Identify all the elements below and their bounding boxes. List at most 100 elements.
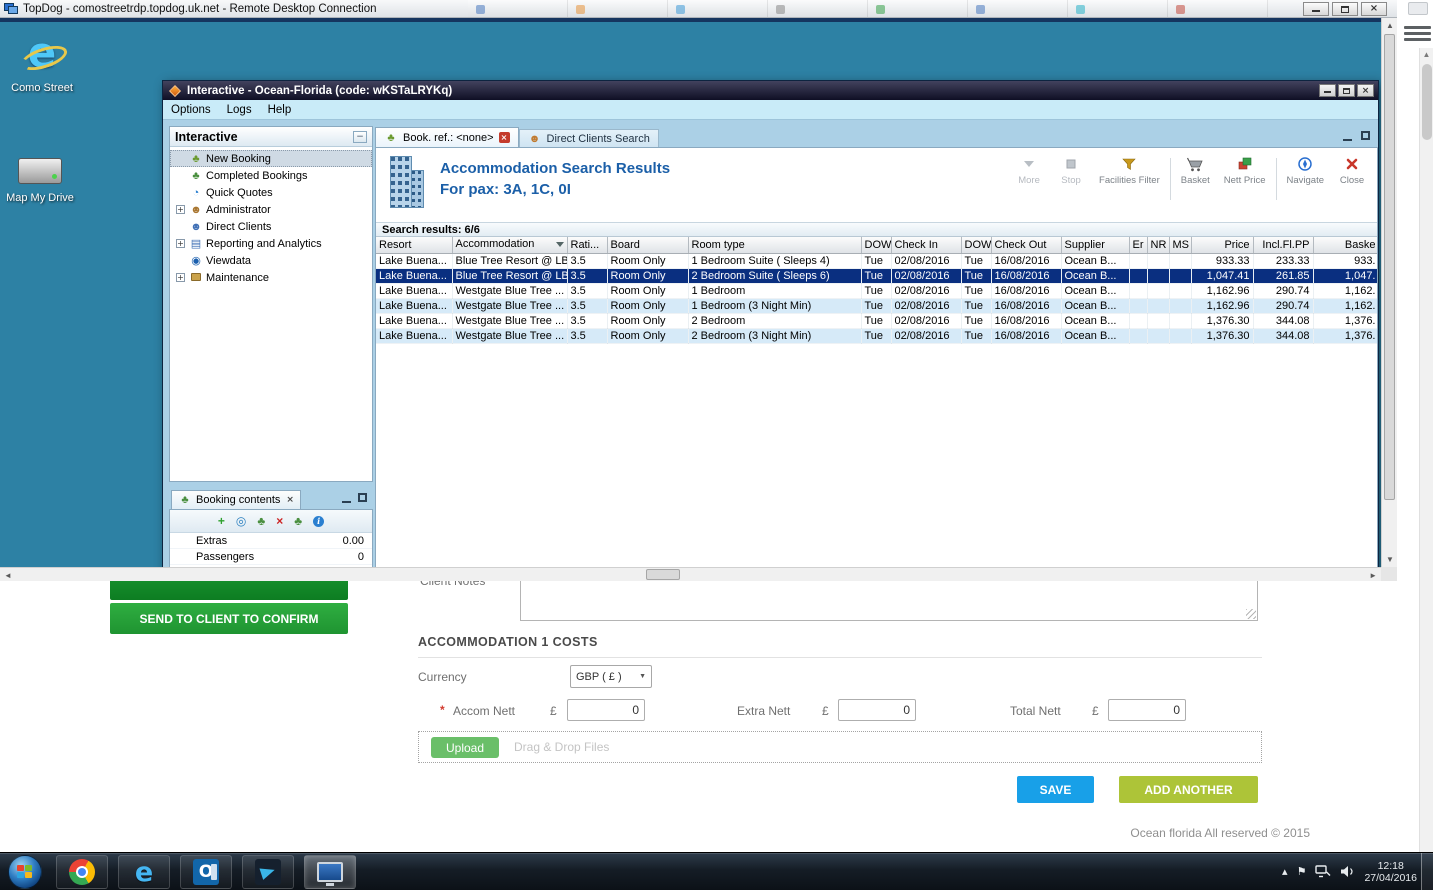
col-incl-fl-pp[interactable]: Incl.Fl.PP	[1253, 237, 1314, 254]
more-button[interactable]: More	[1008, 156, 1050, 186]
scroll-up-icon[interactable]: ▲	[1382, 21, 1398, 30]
basket-button[interactable]: Basket	[1174, 156, 1217, 186]
col-resort[interactable]: Resort	[376, 237, 453, 254]
scrollbar-thumb[interactable]	[1384, 34, 1395, 500]
volume-icon[interactable]	[1340, 865, 1355, 878]
show-desktop-button[interactable]	[1421, 853, 1433, 890]
scroll-left-icon[interactable]: ◄	[4, 571, 12, 580]
browser-scrollbar[interactable]: ▲	[1419, 48, 1433, 852]
scroll-up-icon[interactable]: ▲	[1420, 48, 1433, 62]
facilities-filter-button[interactable]: Facilities Filter	[1092, 156, 1167, 186]
stop-button[interactable]: Stop	[1050, 156, 1092, 186]
expand-icon[interactable]: +	[176, 239, 185, 248]
minimize-button[interactable]	[1303, 2, 1329, 16]
rdp-taskbar-button[interactable]	[304, 855, 356, 889]
hidden-icons-button[interactable]: ▴	[1282, 865, 1288, 878]
sidebar-item-viewdata[interactable]: ◉ Viewdata	[170, 252, 372, 269]
close-results-button[interactable]: Close	[1331, 156, 1373, 186]
sidebar-item-reporting-and-analytics[interactable]: + ▤ Reporting and Analytics	[170, 235, 372, 252]
tab-direct-clients-search[interactable]: ☻ Direct Clients Search	[518, 129, 659, 147]
upload-button[interactable]: Upload	[431, 737, 499, 758]
save-button[interactable]: SAVE	[1017, 776, 1094, 803]
col-nr[interactable]: NR	[1147, 237, 1170, 254]
app-minimize-button[interactable]	[1319, 84, 1336, 97]
sidebar-item-quick-quotes[interactable]: ◔ Quick Quotes	[170, 184, 372, 201]
rdp-titlebar[interactable]: TopDog - comostreetrdp.topdog.uk.net - R…	[0, 0, 1397, 18]
nett-price-button[interactable]: Nett Price	[1217, 156, 1273, 186]
currency-select[interactable]: GBP ( £ ) ▼	[570, 665, 652, 688]
col-check-out[interactable]: Check Out	[991, 237, 1062, 254]
info-icon[interactable]: i	[313, 515, 325, 527]
add-icon[interactable]: +	[218, 514, 225, 528]
panel-minimize-button[interactable]	[342, 494, 351, 503]
chrome-taskbar-button[interactable]	[56, 855, 108, 889]
scroll-down-icon[interactable]: ▼	[1382, 555, 1398, 564]
table-row[interactable]: Lake Buena... Westgate Blue Tree ... 3.5 Ro…	[376, 328, 1377, 344]
scroll-right-icon[interactable]: ►	[1369, 571, 1377, 580]
col-board[interactable]: Board	[607, 237, 689, 254]
upload-dropzone[interactable]: Upload Drag & Drop Files	[418, 731, 1262, 763]
filter-funnel-icon[interactable]	[555, 242, 564, 251]
expand-icon[interactable]: +	[176, 205, 185, 214]
scrollbar-thumb[interactable]	[1422, 64, 1432, 140]
col-dow-in[interactable]: DOW	[861, 237, 892, 254]
maximize-button[interactable]	[1332, 2, 1358, 16]
tab-close-icon[interactable]: ×	[286, 495, 294, 505]
palm-icon[interactable]: ♣	[294, 514, 302, 528]
menu-logs[interactable]: Logs	[219, 104, 260, 116]
clock[interactable]: 12:18 27/04/2016	[1364, 860, 1417, 884]
col-er[interactable]: Er	[1129, 237, 1148, 254]
table-row[interactable]: Lake Buena... Westgate Blue Tree ... 3.5 Ro…	[376, 313, 1377, 329]
sidebar-collapse-button[interactable]: −	[353, 130, 367, 143]
total-nett-input[interactable]	[1108, 699, 1186, 721]
scrollbar-thumb[interactable]	[646, 569, 680, 580]
col-supplier[interactable]: Supplier	[1061, 237, 1130, 254]
ie-taskbar-button[interactable]: e	[118, 855, 170, 889]
desktop-icon-como-street[interactable]: e Como Street	[6, 28, 78, 94]
extra-nett-input[interactable]	[838, 699, 916, 721]
col-check-in[interactable]: Check In	[891, 237, 962, 254]
desktop-icon-map-my-drive[interactable]: Map My Drive	[4, 144, 76, 204]
col-basket[interactable]: Baske	[1313, 237, 1377, 254]
sidebar-item-completed-bookings[interactable]: ♣ Completed Bookings	[170, 167, 372, 184]
table-row[interactable]: Lake Buena... Westgate Blue Tree ... 3.5 Ro…	[376, 283, 1377, 299]
rdp-horizontal-scrollbar[interactable]: ◄ ►	[0, 567, 1381, 581]
app-close-button[interactable]: ×	[1357, 84, 1374, 97]
outlook-taskbar-button[interactable]: O	[180, 855, 232, 889]
col-room-type[interactable]: Room type	[688, 237, 862, 254]
app-taskbar-button[interactable]	[242, 855, 294, 889]
action-center-icon[interactable]: ⚑	[1297, 865, 1307, 878]
palm-plus-icon[interactable]: ♣	[257, 514, 265, 528]
close-button[interactable]: ×	[1361, 2, 1387, 16]
panel-maximize-button[interactable]	[358, 493, 367, 502]
col-dow-out[interactable]: DOW	[961, 237, 992, 254]
tab-booking-contents[interactable]: ♣ Booking contents ×	[171, 490, 301, 509]
sidebar-item-new-booking[interactable]: ♣ New Booking	[170, 150, 372, 167]
sidebar-item-direct-clients[interactable]: ☻ Direct Clients	[170, 218, 372, 235]
app-titlebar[interactable]: Interactive - Ocean-Florida (code: wKSTa…	[163, 81, 1378, 100]
col-ms[interactable]: MS	[1169, 237, 1192, 254]
col-accommodation[interactable]: Accommodation	[452, 237, 568, 254]
table-row[interactable]: Lake Buena... Westgate Blue Tree ... 3.5 Ro…	[376, 298, 1377, 314]
app-maximize-button[interactable]	[1338, 84, 1355, 97]
menu-icon[interactable]	[1404, 21, 1431, 45]
expand-icon[interactable]: +	[176, 273, 185, 282]
globe-icon[interactable]: ◎	[236, 514, 246, 528]
delete-icon[interactable]: ×	[276, 514, 283, 528]
send-to-client-button[interactable]: SEND TO CLIENT TO CONFIRM	[110, 603, 348, 634]
booking-row-passengers[interactable]: Passengers 0	[170, 549, 372, 565]
sidebar-item-administrator[interactable]: + ☻ Administrator	[170, 201, 372, 218]
col-rating[interactable]: Rati...	[567, 237, 608, 254]
navigate-button[interactable]: Navigate	[1280, 156, 1332, 186]
tabgroup-minimize-button[interactable]	[1343, 132, 1352, 141]
tabgroup-restore-button[interactable]	[1361, 131, 1370, 140]
start-button[interactable]	[8, 855, 42, 889]
rdp-vertical-scrollbar[interactable]: ▲ ▼	[1381, 18, 1397, 567]
booking-row-extras[interactable]: Extras 0.00	[170, 533, 372, 549]
table-row-selected[interactable]: Lake Buena... Blue Tree Resort @ LBV 3.5 Ro…	[376, 268, 1377, 284]
accom-nett-input[interactable]	[567, 699, 645, 721]
table-row[interactable]: Lake Buena... Blue Tree Resort @ LBV 3.5 Ro…	[376, 253, 1377, 269]
tab-booking-ref[interactable]: ♣ Book. ref.: <none> ×	[375, 127, 519, 147]
menu-options[interactable]: Options	[163, 104, 219, 116]
menu-help[interactable]: Help	[260, 104, 300, 116]
